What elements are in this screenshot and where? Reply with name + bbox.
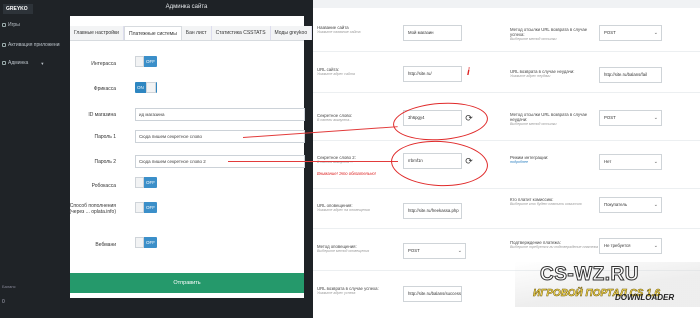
divider — [313, 140, 700, 141]
chevron-down-icon: ⌄ — [653, 159, 658, 165]
tab-mods[interactable]: Моды greykoo — [270, 26, 313, 40]
toggle-knob — [145, 82, 156, 93]
tab-bar: Главные настройки Платежные системы Бан … — [70, 26, 313, 41]
sidebar-item-activation[interactable]: Активация приложений — [2, 42, 62, 48]
commission-select[interactable]: Покупатель ⌄ — [599, 197, 662, 213]
commission-label: Кто платит комиссию: Выберите кто будет п… — [510, 197, 582, 206]
site-name-label: Название сайта Укажите название сайта — [317, 25, 361, 34]
tab-payment-systems[interactable]: Платежные системы — [123, 26, 182, 40]
confirm-label: Подтверждение платежа: Выберите требуется… — [510, 240, 598, 249]
shop-id-input[interactable]: ид магазина — [135, 108, 305, 121]
submit-button[interactable]: Отправить — [70, 273, 304, 293]
success-url-label: URL возврата в случае успеха: Укажите адр… — [317, 286, 379, 295]
interkassa-toggle[interactable]: OFF — [135, 56, 157, 67]
site-name-input[interactable]: Мой магазин — [403, 25, 462, 41]
tab-csstats[interactable]: Статистика CSSTATS — [211, 26, 271, 40]
chevron-down-icon: ⌄ — [653, 243, 658, 249]
sidebar-item-admin[interactable]: Админка ▼ — [2, 60, 44, 66]
toggle-knob — [135, 56, 144, 67]
chevron-down-icon: ▼ — [40, 60, 45, 66]
sidebar-item-games[interactable]: Игры — [2, 22, 20, 28]
balance-label: Баланс — [2, 284, 16, 289]
fail-url-input[interactable]: http://site.ru/balans/fail — [599, 67, 662, 83]
success-method-label: Метод отсылки URL возврата в случае успе… — [510, 27, 588, 41]
integration-mode-select[interactable]: Нет ⌄ — [599, 154, 662, 170]
sidebar-item-label: Игры — [8, 22, 20, 28]
toggle-knob — [135, 177, 144, 188]
webmoney-toggle[interactable]: OFF — [135, 237, 157, 248]
annotation-line — [228, 161, 398, 162]
required-mark-icon: i — [467, 67, 470, 78]
user-icon — [2, 61, 6, 65]
password1-label: Пароль 1 — [94, 134, 116, 140]
gamepad-icon — [2, 23, 6, 27]
top-strip — [313, 0, 700, 8]
sidebar-item-label: Админка — [8, 60, 29, 66]
secret-word-label: Секретное слово: В панели аккаунта... — [317, 113, 353, 122]
payment-method-label: Способ пополнения (через ... oplata.info… — [69, 203, 116, 215]
toggle-knob — [135, 202, 144, 213]
sidebar-item-label: Активация приложений — [8, 42, 63, 48]
panel-title: Админка сайта — [165, 4, 208, 10]
chevron-down-icon: ⌄ — [457, 248, 462, 254]
notify-method-select[interactable]: POST ⌄ — [403, 243, 466, 259]
payment-method-toggle[interactable]: OFF — [135, 202, 157, 213]
notify-url-label: URL оповещения: Укажите адрес на оповещен… — [317, 203, 370, 212]
divider — [313, 92, 700, 93]
integration-mode-label: Режим интеграции: подробнее — [510, 155, 549, 164]
brand-logo[interactable]: GREYKO — [3, 4, 33, 14]
divider — [313, 188, 700, 189]
secret-word-2-label: Секретное слово 2: В панели аккаунта ... — [317, 155, 356, 164]
tab-main-settings[interactable]: Главные настройки — [70, 26, 124, 40]
watermark-side: DOWNLOADER — [615, 293, 675, 302]
password2-label: Пароль 2 — [94, 159, 116, 165]
site-url-input[interactable]: http://site.ru/ — [403, 66, 462, 82]
key-icon — [2, 43, 6, 47]
divider — [313, 51, 700, 52]
confirm-select[interactable]: Не требуется ⌄ — [599, 238, 662, 254]
warning-text: Внимание! Это обязательно! — [317, 171, 376, 176]
robokassa-label: Робокасса — [91, 183, 116, 189]
panel-body: Главные настройки Платежные системы Бан … — [70, 16, 313, 298]
balance-value: 0 — [2, 299, 5, 305]
shop-id-label: ID магазина — [88, 112, 116, 118]
tab-ban-list[interactable]: Бан лист — [181, 26, 212, 40]
divider — [313, 228, 700, 229]
chevron-down-icon: ⌄ — [653, 202, 658, 208]
fail-method-select[interactable]: POST ⌄ — [599, 110, 662, 126]
freekassa-toggle[interactable]: ON — [135, 82, 157, 93]
success-url-input[interactable]: http://site.ru/balans/success — [403, 286, 462, 302]
notify-url-input[interactable]: http://site.ru/freekassa.php — [403, 203, 462, 219]
watermark-logo: CS-WZ.RU — [540, 264, 639, 286]
webmoney-label: Вебмани — [95, 242, 116, 248]
screen: GREYKO Игры Активация приложений Админка… — [0, 0, 700, 318]
sidebar: GREYKO Игры Активация приложений Админка… — [0, 0, 62, 318]
password1-input[interactable]: Сюда пишем секретное слово — [135, 130, 305, 143]
chevron-down-icon: ⌄ — [653, 115, 658, 121]
success-method-select[interactable]: POST ⌄ — [599, 25, 662, 41]
fail-method-label: Метод отсылки URL возврата в случае неуд… — [510, 112, 588, 126]
notify-method-label: Метод оповещения: Выберите метод оповещен… — [317, 244, 370, 253]
freekassa-label: Фрикасса — [93, 86, 116, 92]
chevron-down-icon: ⌄ — [653, 30, 658, 36]
site-url-label: URL сайта: Укажите адрес сайта — [317, 67, 355, 76]
robokassa-toggle[interactable]: OFF — [135, 177, 157, 188]
toggle-knob — [135, 237, 144, 248]
interkassa-label: Интерасса — [91, 61, 116, 67]
admin-panel-window: Админка сайта Главные настройки Платежны… — [60, 0, 313, 318]
fail-url-label: URL возврата в случае неудачи: Укажите ад… — [510, 69, 575, 78]
